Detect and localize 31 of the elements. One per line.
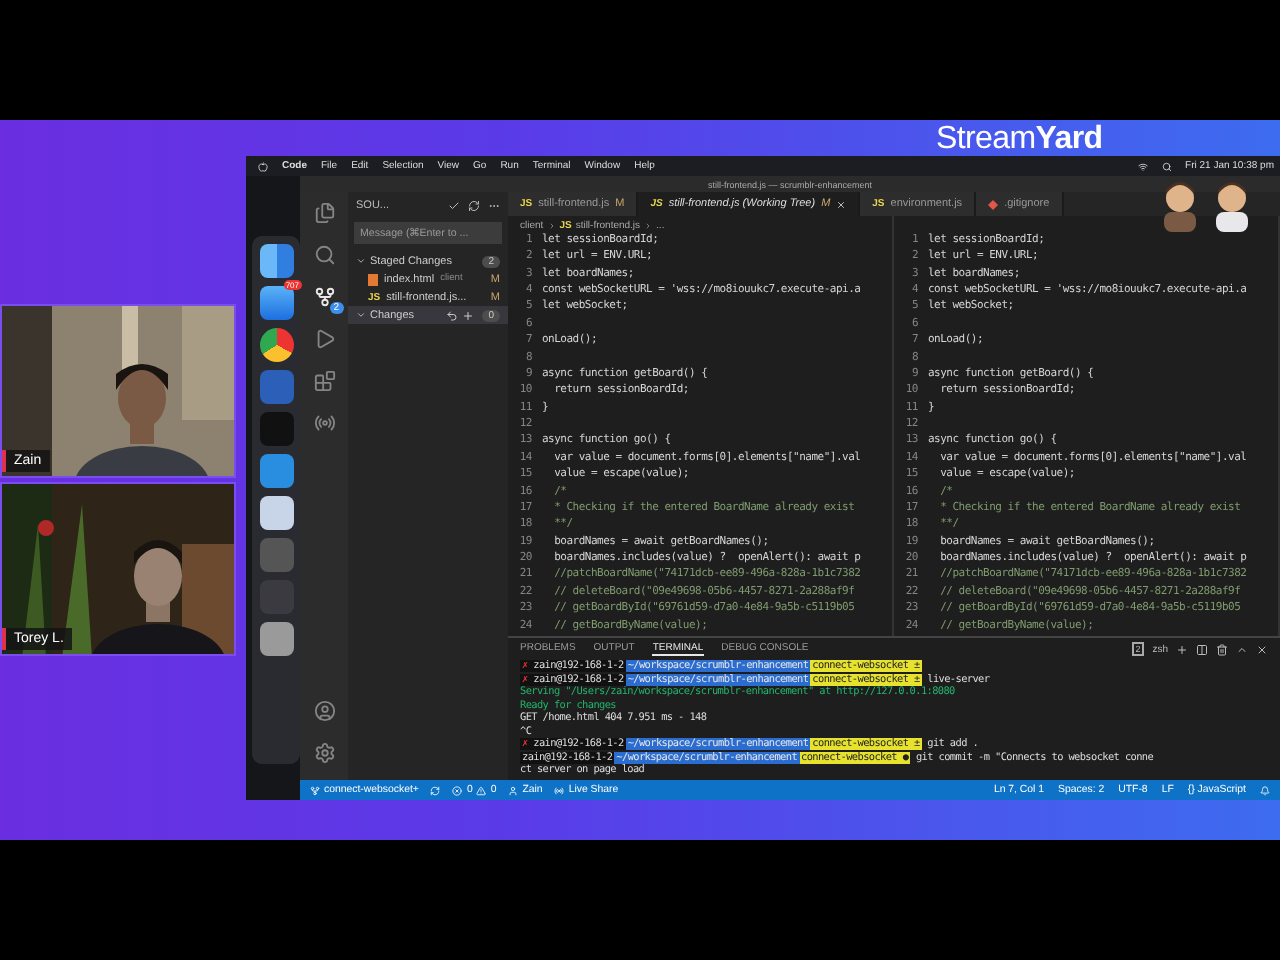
avatar-icon	[1160, 180, 1200, 232]
add-icon[interactable]	[1176, 643, 1188, 655]
branch-icon	[310, 785, 320, 795]
wifi-icon[interactable]	[1137, 161, 1148, 171]
commit-icon[interactable]	[448, 199, 460, 211]
maximize-icon[interactable]	[1236, 643, 1248, 655]
diamond-icon	[988, 199, 999, 209]
user-icon	[508, 785, 519, 795]
error-icon	[452, 785, 463, 795]
extensions-icon[interactable]	[313, 370, 335, 392]
avatar-icon	[1212, 180, 1252, 232]
search-icon[interactable]	[313, 244, 335, 266]
logo: StreamYard	[936, 122, 1103, 156]
account-icon[interactable]	[313, 700, 335, 722]
discard-icon[interactable]	[446, 309, 459, 321]
refresh-icon[interactable]	[468, 199, 480, 211]
bell-icon[interactable]	[1260, 785, 1270, 795]
broadcast-icon	[554, 785, 565, 795]
live-share-icon[interactable]	[313, 412, 335, 434]
run-icon[interactable]	[313, 328, 335, 350]
files-icon[interactable]	[313, 202, 335, 224]
settings-icon[interactable]	[313, 742, 335, 764]
stage-icon[interactable]	[462, 309, 475, 321]
html-file-icon	[368, 273, 378, 285]
warning-icon	[476, 785, 487, 795]
sync-icon[interactable]	[430, 785, 441, 795]
chevron-icon	[356, 256, 366, 266]
split-icon[interactable]	[1196, 643, 1208, 655]
close-icon[interactable]	[1256, 643, 1268, 655]
chevron-icon	[356, 310, 366, 320]
apple-icon[interactable]	[258, 161, 268, 171]
